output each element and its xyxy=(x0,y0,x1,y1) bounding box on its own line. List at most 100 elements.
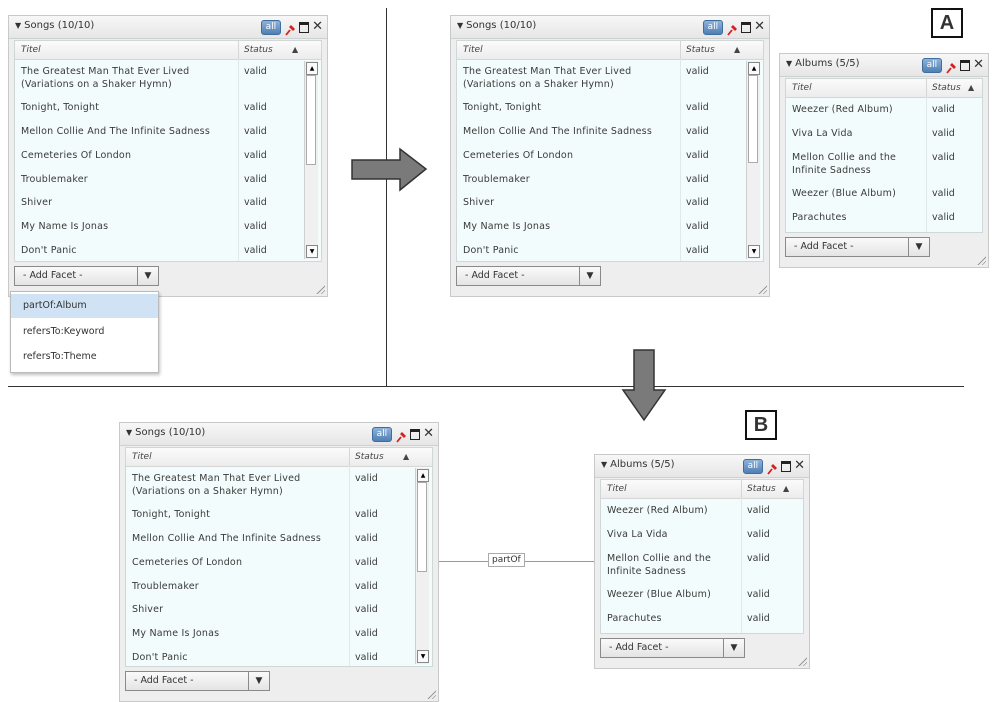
scroll-up-icon[interactable]: ▲ xyxy=(748,62,760,75)
row-title-line2: (Variations on a Shaker Hymn) xyxy=(463,79,614,90)
add-facet-label: - Add Facet - xyxy=(794,241,854,252)
collapse-triangle-icon[interactable]: ▼ xyxy=(126,428,132,437)
row-title: Cemeteries Of London xyxy=(132,557,243,568)
panel-controls: all ✕ xyxy=(260,19,323,36)
row-title: Tonight, Tonight xyxy=(132,509,211,520)
maximize-window-icon[interactable] xyxy=(410,428,421,440)
all-button[interactable]: all xyxy=(702,19,724,35)
sort-ascending-icon[interactable]: ▲ xyxy=(734,45,740,54)
row-title-cell: Cemeteries Of London xyxy=(132,556,242,569)
resize-grip-icon[interactable] xyxy=(315,284,325,294)
panel-title[interactable]: ▼ Songs (10/10) xyxy=(126,427,205,438)
all-button[interactable]: all xyxy=(260,19,282,35)
row-status: valid xyxy=(355,557,378,568)
vertical-scrollbar[interactable]: ▲ ▼ xyxy=(415,468,429,664)
maximize-window-icon[interactable] xyxy=(299,21,310,33)
column-header-title[interactable]: Titel xyxy=(21,45,41,55)
column-header-title[interactable]: Titel xyxy=(792,83,812,93)
scroll-down-icon[interactable]: ▼ xyxy=(748,245,760,258)
resize-grip-icon[interactable] xyxy=(426,689,436,699)
row-title: Troublemaker xyxy=(463,174,530,185)
close-icon[interactable]: ✕ xyxy=(312,20,323,33)
scroll-down-icon[interactable]: ▼ xyxy=(306,245,318,258)
scroll-thumb[interactable] xyxy=(748,75,758,163)
column-header-status[interactable]: Status xyxy=(244,45,273,55)
pin-icon[interactable] xyxy=(766,460,778,475)
add-facet-label: - Add Facet - xyxy=(23,270,83,281)
row-title: My Name Is Jonas xyxy=(463,221,551,232)
collapse-triangle-icon[interactable]: ▼ xyxy=(15,21,21,30)
panel-title[interactable]: ▼ Albums (5/5) xyxy=(786,58,860,69)
resize-grip-icon[interactable] xyxy=(976,255,986,265)
dropdown-arrow-icon[interactable]: ▼ xyxy=(137,267,158,285)
dropdown-arrow-icon[interactable]: ▼ xyxy=(908,238,929,256)
scroll-thumb[interactable] xyxy=(417,482,427,572)
scroll-up-icon[interactable]: ▲ xyxy=(306,62,318,75)
dropdown-arrow-icon[interactable]: ▼ xyxy=(579,267,600,285)
menu-item-partof-album[interactable]: partOf:Album xyxy=(11,294,158,318)
collapse-triangle-icon[interactable]: ▼ xyxy=(786,59,792,68)
row-status: valid xyxy=(932,128,955,139)
collapse-triangle-icon[interactable]: ▼ xyxy=(457,21,463,30)
pin-icon[interactable] xyxy=(284,21,296,36)
songs-panel-2: ▼ Songs (10/10) all ✕ Titel Status ▲ The Greate… xyxy=(450,15,770,297)
row-status: valid xyxy=(355,652,378,663)
sort-ascending-icon[interactable]: ▲ xyxy=(783,484,789,493)
resize-grip-icon[interactable] xyxy=(797,656,807,666)
pin-icon[interactable] xyxy=(945,59,957,74)
column-header-status[interactable]: Status xyxy=(747,484,776,494)
add-facet-dropdown[interactable]: - Add Facet - ▼ xyxy=(456,266,601,286)
column-header-status[interactable]: Status xyxy=(686,45,715,55)
scroll-down-icon[interactable]: ▼ xyxy=(417,650,429,663)
row-status: valid xyxy=(686,66,709,77)
column-header-status[interactable]: Status xyxy=(932,83,961,93)
close-icon[interactable]: ✕ xyxy=(754,20,765,33)
pin-icon[interactable] xyxy=(726,21,738,36)
pin-icon[interactable] xyxy=(395,428,407,443)
facet-dropdown-menu: partOf:Album refersTo:Keyword refersTo:T… xyxy=(10,291,159,373)
row-status: valid xyxy=(686,102,709,113)
column-header-title[interactable]: Titel xyxy=(463,45,483,55)
menu-item-refersto-theme[interactable]: refersTo:Theme xyxy=(11,345,158,369)
close-icon[interactable]: ✕ xyxy=(423,427,434,440)
collapse-triangle-icon[interactable]: ▼ xyxy=(601,460,607,469)
row-status: valid xyxy=(747,553,770,564)
label-a: A xyxy=(931,8,963,38)
column-header-title[interactable]: Titel xyxy=(132,452,152,462)
close-icon[interactable]: ✕ xyxy=(973,58,984,71)
panel-title[interactable]: ▼ Songs (10/10) xyxy=(457,20,536,31)
panel-title[interactable]: ▼ Albums (5/5) xyxy=(601,459,675,470)
column-header-title[interactable]: Titel xyxy=(607,484,627,494)
add-facet-dropdown[interactable]: - Add Facet - ▼ xyxy=(785,237,930,257)
row-status: valid xyxy=(932,212,955,223)
add-facet-dropdown[interactable]: - Add Facet - ▼ xyxy=(125,671,270,691)
maximize-window-icon[interactable] xyxy=(781,460,792,472)
sort-ascending-icon[interactable]: ▲ xyxy=(292,45,298,54)
all-button[interactable]: all xyxy=(921,57,943,73)
sort-ascending-icon[interactable]: ▲ xyxy=(968,83,974,92)
column-header-status[interactable]: Status xyxy=(355,452,384,462)
row-title-cell: Viva La Vida xyxy=(792,127,853,140)
scroll-thumb[interactable] xyxy=(306,75,316,165)
dropdown-arrow-icon[interactable]: ▼ xyxy=(723,639,744,657)
resize-grip-icon[interactable] xyxy=(757,284,767,294)
maximize-window-icon[interactable] xyxy=(960,59,971,71)
close-icon[interactable]: ✕ xyxy=(794,459,805,472)
row-title-cell: Troublemaker xyxy=(463,173,530,186)
panel-title[interactable]: ▼ Songs (10/10) xyxy=(15,20,94,31)
facet-table: Titel Status ▲ The Greatest Man That Ever L… xyxy=(125,447,433,667)
add-facet-dropdown[interactable]: - Add Facet - ▼ xyxy=(14,266,159,286)
header-separator xyxy=(926,79,927,97)
dropdown-arrow-icon[interactable]: ▼ xyxy=(248,672,269,690)
sort-ascending-icon[interactable]: ▲ xyxy=(403,452,409,461)
add-facet-dropdown[interactable]: - Add Facet - ▼ xyxy=(600,638,745,658)
panel-controls: all ✕ xyxy=(702,19,765,36)
menu-item-refersto-keyword[interactable]: refersTo:Keyword xyxy=(11,320,158,344)
scroll-up-icon[interactable]: ▲ xyxy=(417,469,429,482)
maximize-window-icon[interactable] xyxy=(741,21,752,33)
row-title-cell: Weezer (Red Album) xyxy=(792,103,893,116)
vertical-scrollbar[interactable]: ▲ ▼ xyxy=(746,61,760,259)
all-button[interactable]: all xyxy=(371,426,393,442)
all-button[interactable]: all xyxy=(742,458,764,474)
vertical-scrollbar[interactable]: ▲ ▼ xyxy=(304,61,318,259)
